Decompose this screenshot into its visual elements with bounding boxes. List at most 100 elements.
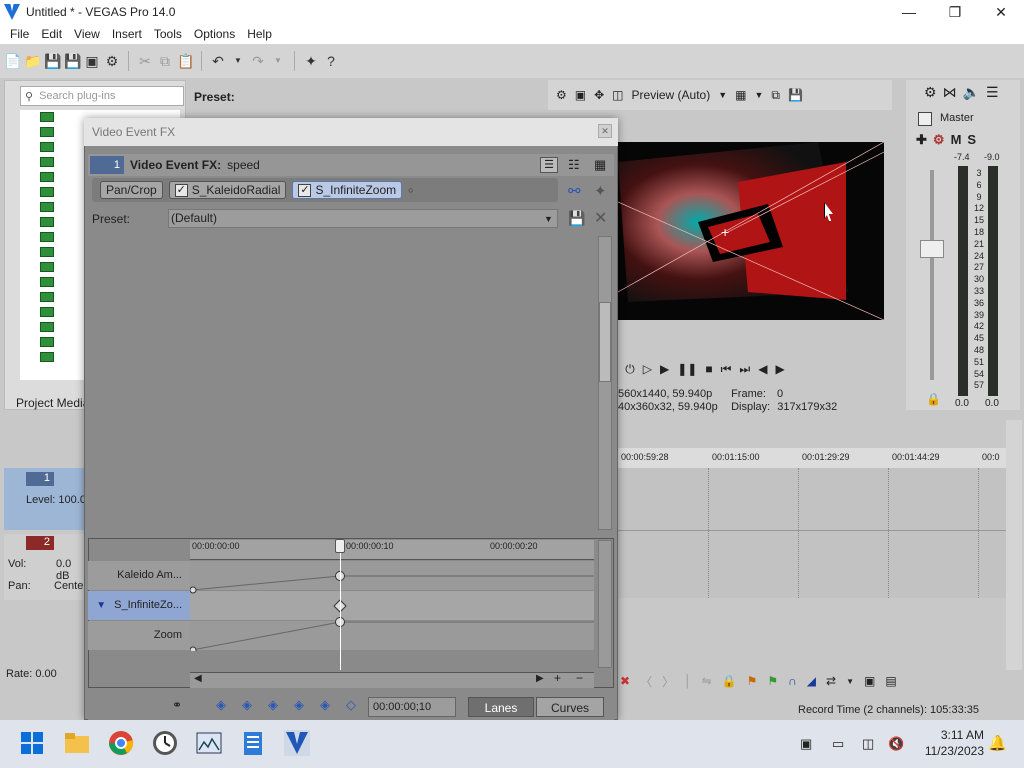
marker-icon[interactable]: ⚑ [747,674,758,688]
preview-quality-dropdown[interactable]: Preview (Auto) [632,88,711,102]
dialog-close-icon[interactable]: ✕ [598,124,612,138]
delete-icon[interactable]: ✖ [620,674,630,688]
auto-crossfade-icon[interactable]: ◢ [807,674,816,688]
plugin-node-icon[interactable] [40,202,54,212]
timeline-tracks-area[interactable] [618,468,1006,598]
view-list-icon[interactable]: ☰ [540,157,558,173]
save-preset-icon[interactable]: 💾 [568,210,585,227]
plugin-node-icon[interactable] [40,292,54,302]
plugin-node-icon[interactable] [40,337,54,347]
mixer-faders-icon[interactable]: ☰ [986,84,999,101]
keyframe-hscrollbar[interactable] [190,672,594,688]
prev-keyframe-icon[interactable]: ◈ [240,698,254,712]
chevron-down-icon[interactable]: ▼ [718,90,727,100]
snapping-magnet-icon[interactable]: ∩ [788,674,797,688]
loop-playback-icon[interactable]: ⏻ [625,362,635,377]
chevron-down-icon[interactable]: ▼ [754,90,763,100]
properties-gear-icon[interactable]: ⚙ [104,53,120,69]
display-icon[interactable]: ◫ [862,736,874,752]
chain-item-kaleido-radial[interactable]: ✓ S_KaleidoRadial [168,181,287,199]
plugin-node-icon[interactable] [40,127,54,137]
view-grid-icon[interactable]: ▦ [594,157,606,173]
go-to-start-icon[interactable]: ⏮ [721,362,732,377]
master-fader-handle[interactable] [920,240,944,258]
sync-cursor-icon[interactable]: ⚭ [172,698,182,712]
copy-icon[interactable]: ⧉ [157,53,173,69]
split-screen-icon[interactable]: ✥ [594,88,604,102]
delete-preset-icon[interactable]: ✕ [594,208,607,228]
external-monitor-icon[interactable]: ▣ [575,88,586,102]
keyframe-playhead[interactable] [340,540,341,670]
lanes-button[interactable]: Lanes [468,697,534,717]
save-as-icon[interactable]: 💾 [64,53,81,69]
redo-dropdown-icon[interactable]: ▼ [270,53,286,69]
render-icon[interactable]: ▣ [84,53,100,69]
redo-icon[interactable]: ↷ [250,53,266,69]
tray-app-icon[interactable]: ▣ [800,736,812,752]
chain-item-pan-crop[interactable]: Pan/Crop [100,181,163,199]
preset-dropdown[interactable]: (Default) [168,209,558,228]
volume-muted-icon[interactable]: 🔇 [888,736,904,752]
stop-icon[interactable]: ■ [705,362,712,376]
plugin-node-icon[interactable] [40,307,54,317]
plugin-node-icon[interactable] [40,112,54,122]
undo-dropdown-icon[interactable]: ▼ [230,53,246,69]
file-explorer-icon[interactable] [63,726,91,760]
go-to-end-icon[interactable]: ⏭ [739,362,750,377]
downmix-icon[interactable]: ⋈ [943,84,957,101]
save-icon[interactable]: 💾 [44,53,61,69]
add-keyframe-fx-icon[interactable]: ⚯ [568,182,581,200]
video-track-header[interactable]: 1 Level: 100.0 [4,468,86,530]
last-keyframe-icon[interactable]: ◈ [292,698,306,712]
zoom-out-icon[interactable]: − [576,671,583,685]
next-keyframe-icon[interactable]: ◈ [266,698,280,712]
photos-icon[interactable] [195,726,223,760]
trim-start-icon[interactable]: 〈 [640,673,652,690]
paste-icon[interactable]: 📋 [177,53,194,69]
chevron-down-icon[interactable]: ▼ [846,677,854,686]
dialog-title[interactable]: Video Event FX [84,118,618,146]
insert-fx-icon[interactable]: ✚ [916,132,927,148]
save-snapshot-icon[interactable]: 💾 [788,88,803,102]
scroll-right-icon[interactable]: ▶ [536,673,544,684]
keyframe-vscrollbar[interactable] [598,540,612,668]
trim-end-icon[interactable]: 〉 [662,673,674,690]
close-icon[interactable]: ✕ [978,0,1024,24]
overlays-icon[interactable]: ◫ [612,88,623,102]
keyframe-time-field[interactable]: 00:00:00;10 [368,697,456,717]
plugin-node-icon[interactable] [40,172,54,182]
notepad-icon[interactable] [239,726,267,760]
audio-track-header[interactable]: 2 Vol: 0.0 dB Pan: Cente [4,534,86,600]
split-icon[interactable]: │ [684,674,692,688]
speaker-icon[interactable]: 🔈 [963,84,980,101]
curves-button[interactable]: Curves [536,697,604,717]
prev-frame-icon[interactable]: ◀ [758,362,767,376]
vegas-taskbar-icon[interactable] [283,726,311,760]
event-fx-icon[interactable]: ▤ [885,674,896,688]
collapse-arrow-icon[interactable]: ▼ [96,600,106,611]
project-media-tab[interactable]: Project Media [16,396,89,410]
grid-overlay-icon[interactable]: ▦ [735,88,746,102]
lock-icon[interactable]: 🔒 [926,392,941,406]
undo-icon[interactable]: ↶ [210,53,226,69]
plugin-search-input[interactable]: ⚲ Search plug-ins [20,86,184,106]
enable-checkbox-icon[interactable]: ✓ [298,183,312,197]
plugin-node-icon[interactable] [40,187,54,197]
chain-item-infinite-zoom[interactable]: ✓ S_InfiniteZoom [292,181,403,199]
first-keyframe-icon[interactable]: ◈ [214,698,228,712]
menu-insert[interactable]: Insert [106,27,148,41]
menu-file[interactable]: File [4,27,35,41]
add-keyframe-icon[interactable]: ◈ [318,698,332,712]
scrollbar-thumb[interactable] [599,302,611,382]
plugin-node-icon[interactable] [40,322,54,332]
lock-icon[interactable]: 🔒 [722,674,737,688]
plugin-node-icon[interactable] [40,232,54,242]
plugin-node-icon[interactable] [40,157,54,167]
plugin-node-icon[interactable] [40,352,54,362]
plugin-node-icon[interactable] [40,262,54,272]
chrome-icon[interactable] [107,726,135,760]
master-solo-button[interactable]: S [967,132,976,148]
play-from-start-icon[interactable]: ▷ [643,362,652,376]
scroll-left-icon[interactable]: ◀ [194,673,202,684]
timeline-vertical-scrollbar[interactable] [1006,420,1022,670]
